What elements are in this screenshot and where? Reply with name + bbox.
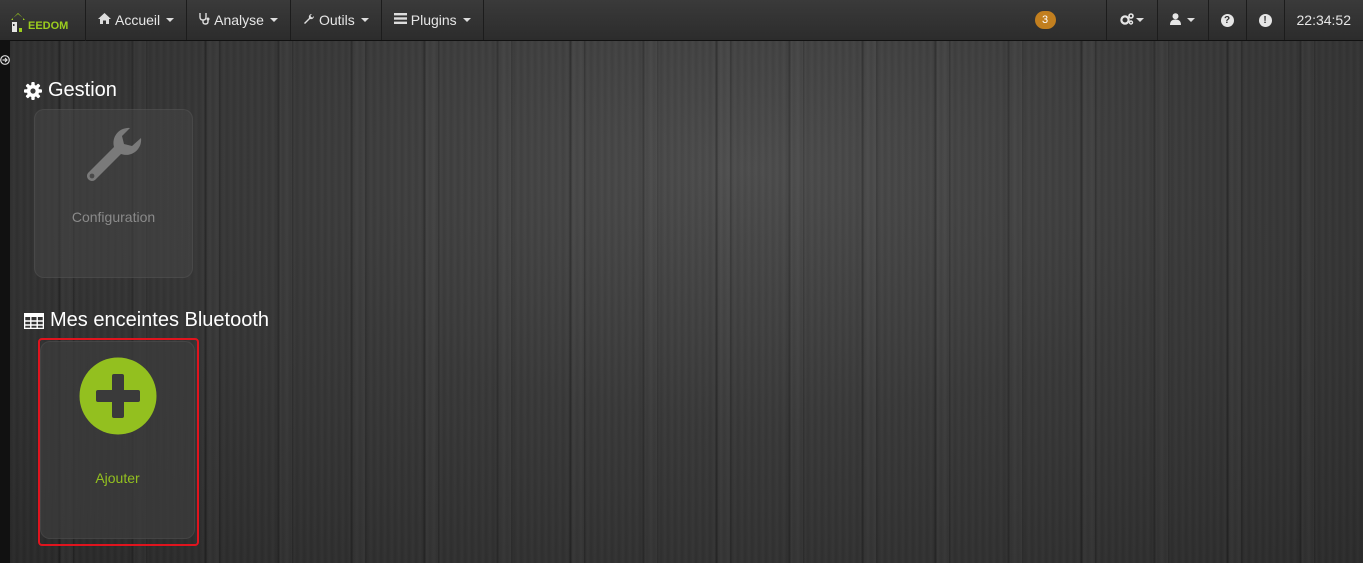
stethoscope-icon [199, 12, 210, 28]
enceintes-title-text: Mes enceintes Bluetooth [50, 309, 270, 331]
nav-analyse[interactable]: Analyse [187, 0, 291, 40]
sidebar-toggle[interactable] [0, 53, 10, 67]
home-icon [98, 13, 111, 27]
chevron-down-icon [269, 18, 278, 22]
notification-badge[interactable]: 3 [1034, 11, 1056, 29]
chevron-down-icon [166, 18, 175, 22]
wood-background [0, 0, 1363, 563]
highlight-box [38, 338, 199, 546]
nav-accueil[interactable]: Accueil [86, 0, 188, 40]
brand-logo[interactable]: EEDOM [0, 0, 86, 41]
chevron-down-icon [1135, 18, 1144, 22]
nav-plugins-label: Plugins [410, 12, 457, 28]
cogs-icon [1119, 12, 1134, 28]
notifications[interactable]: 3 [1033, 0, 1107, 40]
user-icon [1170, 12, 1181, 28]
brand-name: EEDOM [28, 19, 69, 32]
help-button[interactable]: ? [1209, 0, 1247, 40]
configuration-label: Configuration [71, 209, 156, 225]
configuration-card[interactable]: Configuration [34, 109, 193, 278]
settings-menu[interactable] [1107, 0, 1158, 40]
info-icon: ! [1258, 13, 1272, 27]
clock: 22:34:52 [1296, 12, 1352, 28]
nav-outils[interactable]: Outils [291, 0, 382, 40]
wrench-icon [303, 13, 315, 28]
nav-plugins[interactable]: Plugins [382, 0, 484, 40]
nav-analyse-label: Analyse [214, 12, 264, 28]
info-button[interactable]: ! [1247, 0, 1285, 40]
help-icon: ? [1220, 13, 1234, 27]
sidebar-strip [0, 41, 10, 563]
house-logo-icon [11, 12, 25, 32]
sign-in-icon [0, 55, 10, 65]
user-menu[interactable] [1158, 0, 1209, 40]
enceintes-title: Mes enceintes Bluetooth [24, 309, 269, 332]
gestion-title: Gestion [24, 79, 117, 102]
nav-accueil-label: Accueil [115, 12, 161, 28]
chevron-down-icon [360, 18, 369, 22]
table-icon [24, 312, 44, 329]
chevron-down-icon [1187, 18, 1195, 22]
gear-icon [24, 81, 42, 100]
nav-outils-label: Outils [318, 12, 355, 28]
list-icon [393, 13, 407, 27]
top-navbar: EEDOM Accueil Analyse Outils Plugins 3 ?… [0, 0, 1363, 41]
chevron-down-icon [462, 18, 471, 22]
gestion-title-text: Gestion [48, 79, 117, 101]
wrench-icon [83, 124, 145, 191]
